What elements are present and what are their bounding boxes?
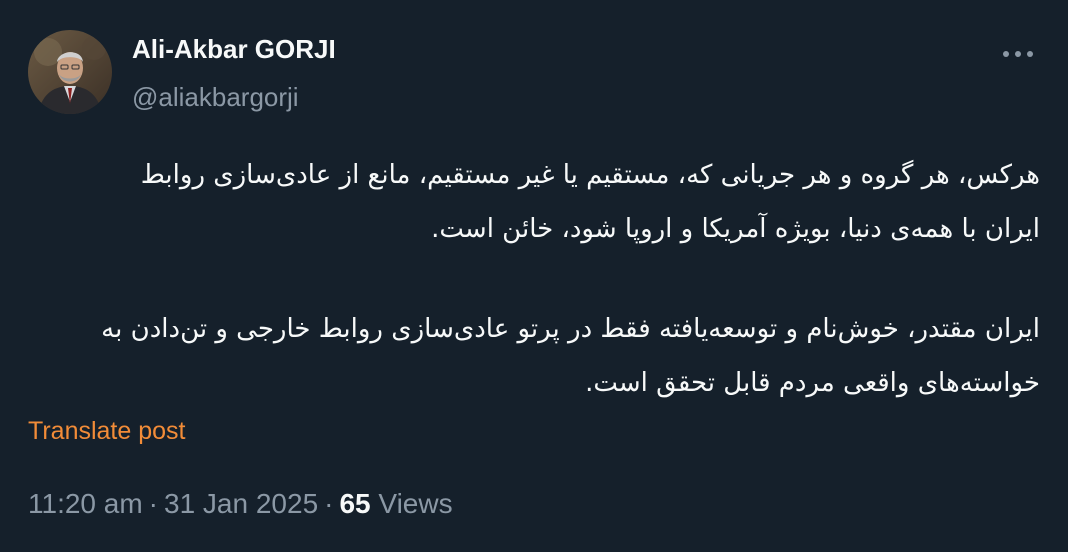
views-count: 65: [339, 488, 371, 519]
translate-post-link[interactable]: Translate post: [28, 417, 185, 446]
avatar[interactable]: [28, 30, 112, 114]
more-options-button[interactable]: [996, 40, 1040, 68]
post-text: هرکس، هر گروه و هر جریانی که، مستقیم یا …: [28, 148, 1040, 410]
author-display-name[interactable]: Ali-Akbar GORJI: [132, 34, 336, 65]
post-time[interactable]: 11:20 am: [28, 488, 143, 519]
post-text-line: خواسته‌های واقعی مردم قابل تحقق است.: [585, 368, 1040, 398]
author-handle[interactable]: @aliakbargorji: [132, 82, 299, 113]
post-date[interactable]: 31 Jan 2025: [164, 488, 318, 519]
avatar-image: [28, 30, 112, 114]
post-metadata: 11:20 am · 31 Jan 2025 · 65 Views: [28, 488, 453, 520]
separator: ·: [148, 488, 158, 519]
more-horizontal-icon: [1003, 51, 1033, 57]
post-text-line: ایران با همه‌ی دنیا، بویژه آمریکا و اروپ…: [431, 214, 1040, 244]
post-text-line: ایران مقتدر، خوش‌نام و توسعه‌یافته فقط د…: [101, 314, 1040, 344]
post-text-line: هرکس، هر گروه و هر جریانی که، مستقیم یا …: [140, 160, 1040, 190]
views-label: Views: [378, 488, 453, 519]
separator: ·: [324, 488, 334, 519]
post-detail: Ali-Akbar GORJI @aliakbargorji هرکس، هر …: [0, 0, 1068, 552]
